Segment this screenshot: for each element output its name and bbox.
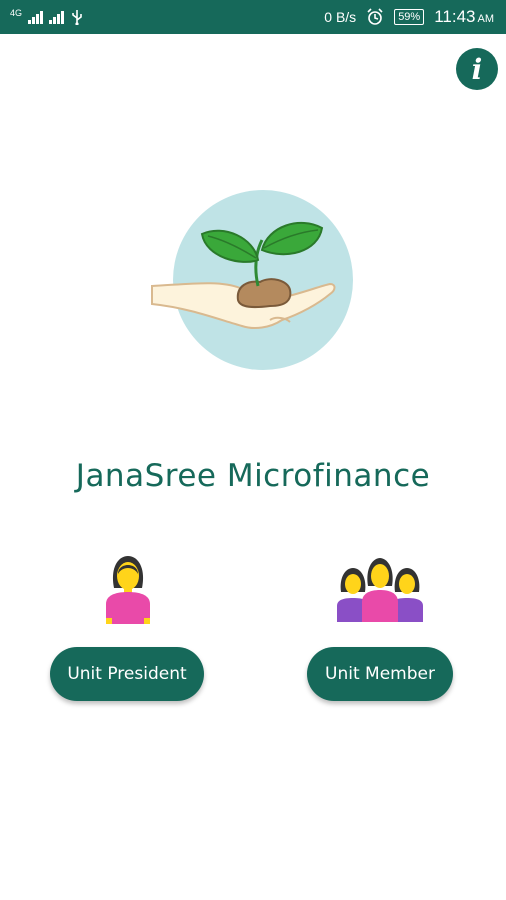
network-type-label: 4G (10, 7, 23, 18)
clock-time: 11:43 (434, 7, 476, 26)
group-icon (337, 558, 423, 622)
status-bar: 4G 0 B/s 59% 11:43 AM (0, 0, 506, 34)
unit-president-section (38, 552, 218, 626)
unit-member-button[interactable]: Unit Member (307, 647, 453, 701)
status-bar-right: 0 B/s 59% 11:43 AM (324, 7, 506, 27)
info-button[interactable]: i (456, 48, 498, 90)
unit-member-section (290, 556, 470, 624)
info-icon: i (471, 52, 483, 86)
usb-icon (72, 10, 82, 25)
status-bar-left: 4G (0, 7, 84, 25)
app-logo (151, 190, 353, 370)
clock: 11:43 AM (434, 7, 494, 27)
woman-icon (106, 556, 150, 624)
clock-ampm: AM (477, 13, 495, 25)
data-speed: 0 B/s (324, 9, 357, 25)
battery-indicator: 59% (394, 9, 425, 25)
signal-icon (28, 10, 44, 24)
unit-president-button[interactable]: Unit President (50, 647, 204, 701)
alarm-icon (367, 8, 383, 25)
signal-icon (49, 10, 65, 24)
app-title: JanaSree Microfinance (75, 458, 431, 494)
